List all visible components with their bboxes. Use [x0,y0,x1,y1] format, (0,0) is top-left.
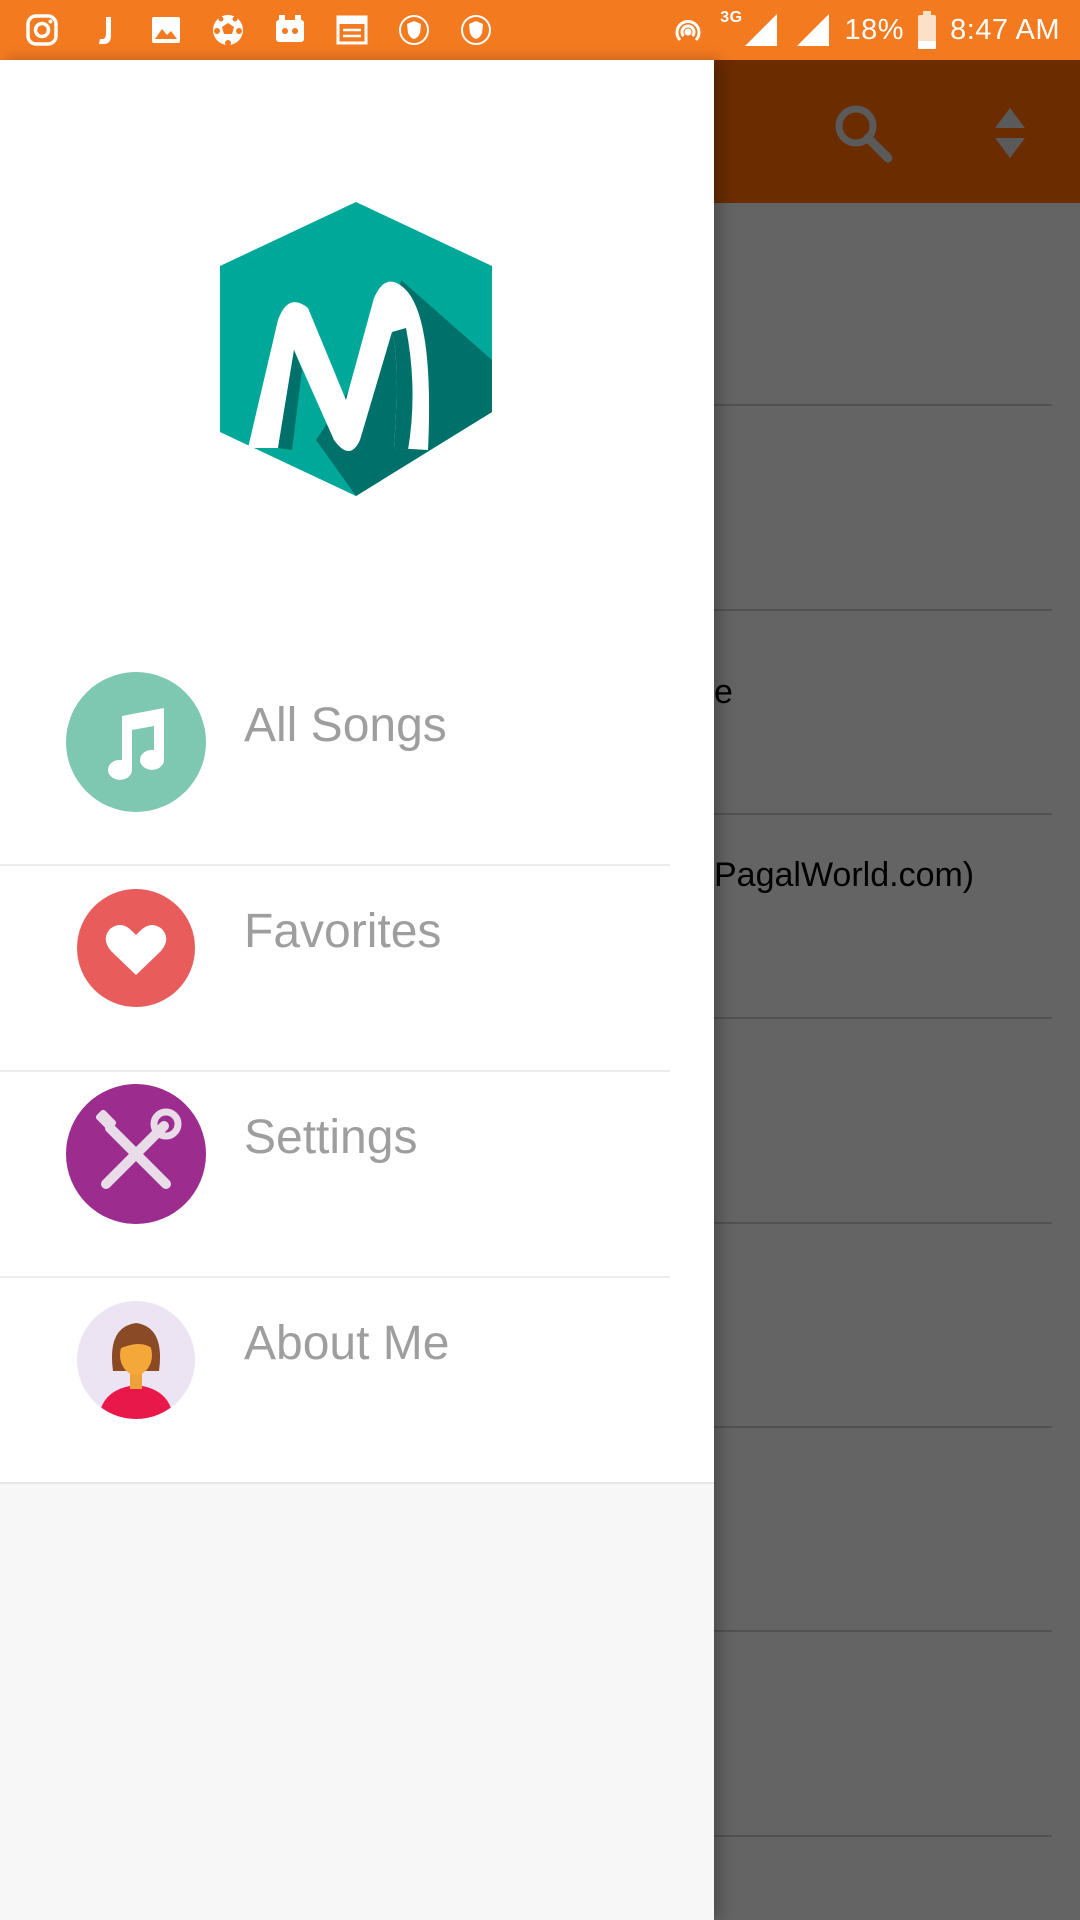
list-item-title[interactable]: PagalWorld.com) [714,856,974,895]
j-app-icon [84,10,124,50]
menu-item-label: Favorites [244,905,442,958]
music-note-icon [66,672,206,812]
tools-icon [66,1084,206,1224]
status-bar: 3G 18% 8:47 AM [0,0,1080,60]
signal-icon [741,10,781,50]
menu-item-all-songs[interactable]: All Songs [0,660,714,866]
app-logo [220,202,492,496]
game-icon [270,10,310,50]
news-icon [332,10,372,50]
menu-item-favorites[interactable]: Favorites [0,866,714,1072]
shield-icon [394,10,434,50]
clock: 8:47 AM [950,13,1060,46]
drawer-menu: All Songs Favorites Settings About Me [0,660,714,1484]
divider [0,1482,714,1484]
gallery-icon [146,10,186,50]
notification-icons [22,10,496,50]
person-icon [77,1301,195,1419]
hotspot-icon [668,10,708,50]
football-icon [208,10,248,50]
navigation-drawer: All Songs Favorites Settings About Me [0,60,714,1920]
menu-item-settings[interactable]: Settings [0,1072,714,1278]
menu-item-about-me[interactable]: About Me [0,1278,714,1484]
shield-icon [456,10,496,50]
signal-icon [793,10,833,50]
search-icon[interactable] [828,98,898,168]
menu-item-label: Settings [244,1111,418,1164]
drawer-header [0,60,714,660]
menu-item-label: All Songs [244,699,447,752]
system-status: 3G 18% 8:47 AM [668,9,1060,50]
battery-icon [916,10,938,50]
list-item-title[interactable]: e [714,673,733,712]
menu-item-label: About Me [244,1317,450,1370]
battery-percent: 18% [844,13,905,46]
network-type: 3G [720,9,743,26]
heart-icon [77,889,195,1007]
sort-icon[interactable] [975,98,1045,168]
instagram-icon [22,10,62,50]
